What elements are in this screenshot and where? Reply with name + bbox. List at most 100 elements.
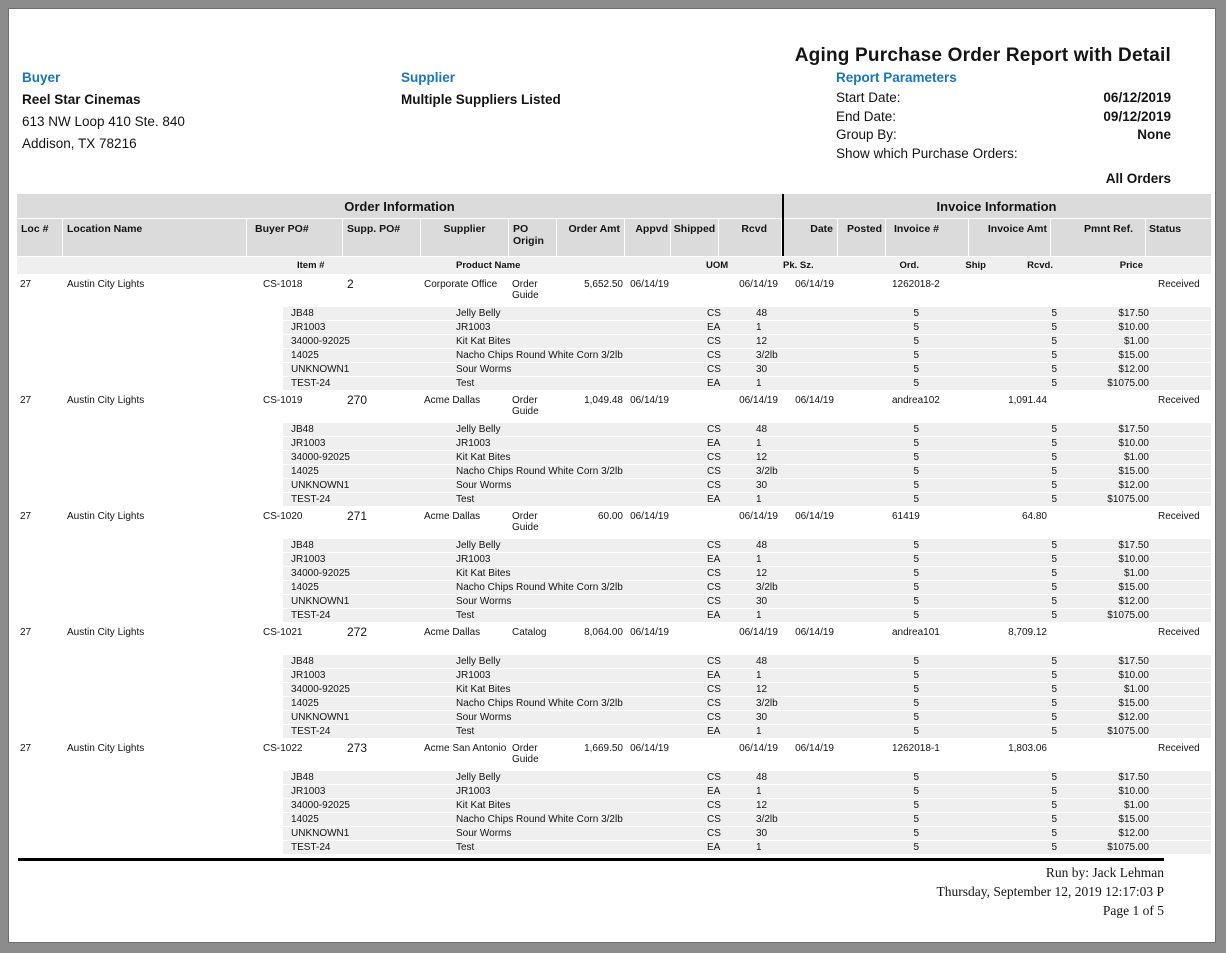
order-buyer-po: CS-1020 [247,511,343,537]
order-row: 27 Austin City Lights CS-1019 270 Acme D… [17,393,1211,421]
item-uom: CS [706,711,756,724]
param-group-by: Group By: None [836,126,1171,145]
item-pack-size: 1 [756,841,846,854]
param-label: Show which Purchase Orders: [836,145,1018,164]
item-uom: CS [706,683,756,696]
item-row: JB48 Jelly Belly CS 48 5 5 $17.50 [17,423,1211,436]
item-pack-size: 48 [756,539,846,552]
order-loc: 27 [17,627,63,653]
item-ordered-qty: 5 [846,465,921,478]
param-value: 06/12/2019 [1103,89,1171,108]
item-ordered-qty: 5 [846,711,921,724]
item-row: 34000-92025 Kit Kat Bites CS 12 5 5 $1.0… [17,567,1211,580]
item-col-header-product-name: Product Name [456,260,706,271]
item-product-name: Test [456,609,706,622]
item-pack-size: 30 [756,363,846,376]
item-ordered-qty: 5 [846,479,921,492]
item-row: TEST-24 Test EA 1 5 5 $1075.00 [17,493,1211,506]
item-number: 34000-92025 [283,799,456,812]
item-ordered-qty: 5 [846,539,921,552]
item-price: $1.00 [1061,683,1151,696]
item-received-qty: 5 [986,771,1061,784]
item-col-header-item-no: Item # [283,260,456,271]
item-product-name: Jelly Belly [456,771,706,784]
item-price: $17.50 [1061,307,1151,320]
item-received-qty: 5 [986,785,1061,798]
item-number: JB48 [283,771,456,784]
order-supplier: Acme Dallas [421,395,509,421]
invoice-date: 06/14/19 [782,279,838,305]
payment-reference [1051,511,1146,537]
item-received-qty: 5 [986,539,1061,552]
item-price: $17.50 [1061,539,1151,552]
order-supp-po: 272 [343,627,421,653]
item-number: UNKNOWN1 [283,479,456,492]
item-price: $17.50 [1061,771,1151,784]
status-value: Received [1146,279,1211,305]
item-price: $10.00 [1061,437,1151,450]
item-price: $1075.00 [1061,841,1151,854]
purchase-order-block: 27 Austin City Lights CS-1018 2 Corporat… [17,277,1211,390]
item-pack-size: 3/2lb [756,697,846,710]
item-ordered-qty: 5 [846,437,921,450]
invoice-posted-date [838,627,886,653]
purchase-order-block: 27 Austin City Lights CS-1020 271 Acme D… [17,509,1211,622]
item-uom: CS [706,423,756,436]
item-number: TEST-24 [283,493,456,506]
item-row: JR1003 JR1003 EA 1 5 5 $10.00 [17,785,1211,798]
item-product-name: Nacho Chips Round White Corn 3/2lb [456,813,706,826]
item-ordered-qty: 5 [846,321,921,334]
order-rcvd-date: 06/14/19 [719,743,782,769]
invoice-amount: 1,091.44 [969,395,1051,421]
item-ordered-qty: 5 [846,335,921,348]
item-product-name: Nacho Chips Round White Corn 3/2lb [456,465,706,478]
item-number: JR1003 [283,553,456,566]
item-pack-size: 1 [756,321,846,334]
item-pack-size: 3/2lb [756,813,846,826]
order-shipped-date [671,743,719,769]
invoice-date: 06/14/19 [782,743,838,769]
item-uom: EA [706,841,756,854]
footer-page-number: Page 1 of 5 [17,901,1164,920]
buyer-address-line2: Addison, TX 78216 [22,133,352,155]
item-price: $1.00 [1061,451,1151,464]
report-page: Aging Purchase Order Report with Detail … [8,8,1216,943]
order-supp-po: 271 [343,511,421,537]
item-uom: EA [706,553,756,566]
item-row: JB48 Jelly Belly CS 48 5 5 $17.50 [17,655,1211,668]
item-row: 14025 Nacho Chips Round White Corn 3/2lb… [17,465,1211,478]
report-parameters-section: Report Parameters Start Date: 06/12/2019… [836,67,1171,186]
item-received-qty: 5 [986,595,1061,608]
item-received-qty: 5 [986,377,1061,390]
col-header-pmnt-ref: Pmnt Ref. [1051,219,1146,256]
footer-date-time: Thursday, September 12, 2019 12:17:03 P [17,882,1164,901]
item-price: $1.00 [1061,567,1151,580]
param-end-date: End Date: 09/12/2019 [836,108,1171,127]
item-received-qty: 5 [986,451,1061,464]
order-row: 27 Austin City Lights CS-1018 2 Corporat… [17,277,1211,305]
invoice-amount [969,279,1051,305]
item-uom: CS [706,349,756,362]
col-header-posted: Posted [838,219,886,256]
order-appvd-date: 06/14/19 [625,279,671,305]
order-po-origin: Order Guide [509,511,557,537]
order-items: JB48 Jelly Belly CS 48 5 5 $17.50 [17,307,1211,390]
status-value: Received [1146,395,1211,421]
item-col-header-uom: UOM [706,260,756,271]
item-row: 14025 Nacho Chips Round White Corn 3/2lb… [17,581,1211,594]
item-number: 14025 [283,697,456,710]
order-loc: 27 [17,743,63,769]
item-uom: CS [706,539,756,552]
order-loc: 27 [17,395,63,421]
item-row: 34000-92025 Kit Kat Bites CS 12 5 5 $1.0… [17,799,1211,812]
item-price: $10.00 [1061,785,1151,798]
item-received-qty: 5 [986,827,1061,840]
item-col-header-ship: Ship [921,260,986,271]
invoice-number: 1262018-1 [886,743,969,769]
item-received-qty: 5 [986,437,1061,450]
item-row: 34000-92025 Kit Kat Bites CS 12 5 5 $1.0… [17,683,1211,696]
invoice-date: 06/14/19 [782,627,838,653]
item-number: UNKNOWN1 [283,363,456,376]
item-number: TEST-24 [283,725,456,738]
item-received-qty: 5 [986,799,1061,812]
